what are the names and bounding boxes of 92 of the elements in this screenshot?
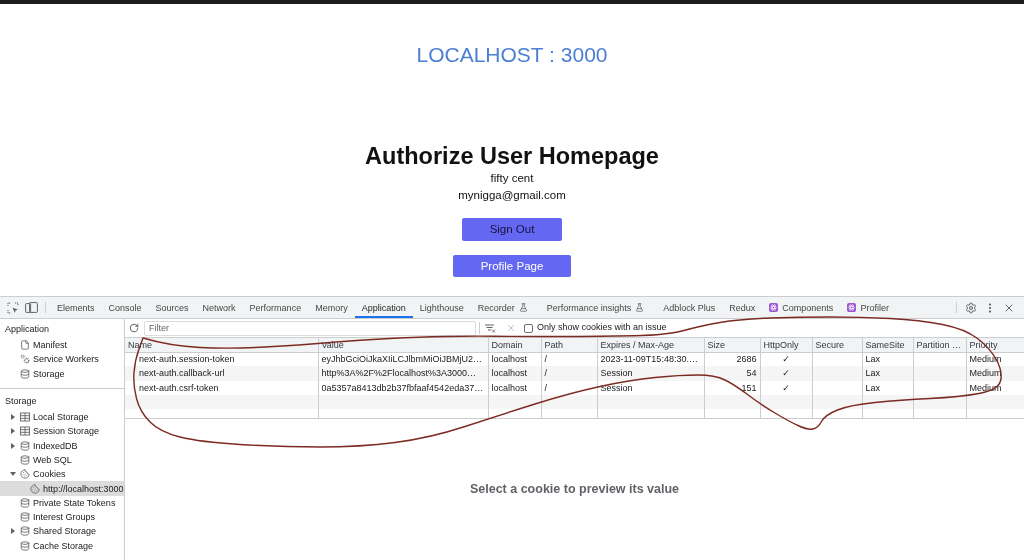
table-cell: / (541, 380, 597, 395)
database-icon (20, 440, 30, 451)
document-icon (20, 340, 30, 351)
column-header[interactable]: Partition … (913, 338, 966, 352)
page-button[interactable]: Profile Page (452, 254, 572, 277)
tree-item[interactable]: Session Storage (0, 424, 124, 439)
checkbox-label[interactable]: Only show cookies with an issue (537, 321, 667, 333)
panel-tab[interactable]: Redux (722, 297, 763, 318)
table-cell: Medium (966, 366, 1024, 381)
section-title: Application (4, 323, 51, 336)
refresh-icon[interactable] (129, 323, 139, 333)
table-cell: / (541, 366, 597, 381)
tree-item[interactable]: IndexedDB (0, 438, 124, 453)
cookie-icon (20, 469, 30, 480)
grid-icon (20, 412, 30, 423)
table-cell: 54 (704, 366, 760, 381)
tree-item[interactable]: Shared Storage (0, 524, 124, 539)
database-icon (20, 540, 30, 551)
filter-field[interactable]: Filter (144, 320, 476, 336)
database-icon (20, 512, 30, 523)
grid-icon (20, 426, 30, 437)
extension-icon (769, 303, 779, 312)
extension-icon (847, 303, 857, 312)
column-header[interactable]: SameSite (862, 338, 913, 352)
tree-item[interactable]: Web SQL (0, 452, 124, 468)
flask-icon (635, 303, 645, 312)
column-header[interactable]: Size (704, 338, 760, 352)
table-cell: localhost (488, 380, 541, 395)
device-toolbar-icon[interactable] (25, 302, 38, 313)
flask-icon (518, 303, 528, 312)
clear-filter-icon[interactable] (485, 323, 496, 333)
table-cell: Lax (862, 366, 913, 381)
preview-message: Select a cookie to preview its value (469, 482, 680, 497)
table-cell: Session (597, 366, 704, 381)
issue-checkbox[interactable] (524, 323, 533, 333)
cookie-icon (30, 483, 40, 494)
database-icon (20, 526, 30, 537)
panel-tab[interactable]: Elements (50, 297, 102, 318)
tree-item[interactable]: Local Storage (0, 409, 124, 425)
tree-item[interactable]: Cache Storage (0, 538, 124, 553)
tree-item[interactable]: Private State Tokens (0, 495, 124, 510)
panel-tab[interactable]: Sources (148, 297, 196, 318)
settings-icon[interactable] (964, 301, 977, 314)
tree-item[interactable]: Interest Groups (0, 509, 124, 525)
gears-icon (20, 354, 30, 365)
caret-right-icon[interactable] (10, 442, 16, 449)
panel-tab[interactable]: Application (354, 297, 413, 318)
page-title: Authorize User Homepage (365, 142, 659, 170)
host-heading: LOCALHOST : 3000 (416, 42, 608, 68)
database-icon (20, 497, 30, 508)
table-row[interactable]: next-auth.callback-url http%3A%2F%2Flocalhost%3A3000… localhost / Session 54 ✓ Lax Medium (125, 366, 1024, 381)
caret-right-icon[interactable] (10, 528, 16, 535)
column-header[interactable]: Domain (488, 338, 541, 352)
panel-tab[interactable]: Network (195, 297, 243, 318)
tree-item[interactable]: http://localhost:3000 (0, 481, 124, 496)
inspect-icon[interactable] (6, 301, 19, 314)
section-title: Storage (4, 394, 38, 408)
caret-down-icon[interactable] (10, 471, 16, 478)
panel-tab[interactable]: Performance (242, 297, 309, 318)
database-icon (20, 368, 30, 379)
table-cell: localhost (488, 366, 541, 381)
panel-tab[interactable]: Profiler (840, 297, 896, 318)
database-icon (20, 454, 30, 465)
table-cell: 151 (704, 380, 760, 395)
column-header[interactable]: Path (541, 338, 597, 352)
table-cell: Lax (862, 380, 913, 395)
panel-tab[interactable]: Components (762, 297, 841, 318)
caret-right-icon[interactable] (10, 414, 16, 421)
tree-item[interactable]: Service Workers (0, 352, 124, 367)
column-header[interactable]: HttpOnly (760, 338, 812, 352)
panel-tab[interactable]: Recorder (470, 297, 540, 318)
table-cell: 0a5357a8413db2b37fbfaaf4542eda37… (318, 380, 488, 395)
tree-item[interactable]: Cookies (0, 467, 124, 482)
table-cell: next-auth.csrf-token (125, 380, 318, 395)
user-name: fifty cent (490, 171, 534, 186)
tree-item[interactable]: Manifest (0, 338, 124, 353)
column-header[interactable]: Secure (812, 338, 862, 352)
user-email: mynigga@gmail.com (458, 188, 566, 203)
table-cell: next-auth.callback-url (125, 366, 318, 381)
table-cell: ✓ (760, 366, 812, 381)
panel-tab[interactable]: Lighthouse (412, 297, 471, 318)
panel-tab[interactable]: Performance insights (539, 297, 657, 318)
page-button[interactable]: Sign Out (461, 218, 563, 241)
tree-item[interactable]: Storage (0, 366, 124, 381)
panel-tab[interactable]: Console (101, 297, 149, 318)
panel-tab[interactable]: Memory (308, 297, 355, 318)
table-cell: http%3A%2F%2Flocalhost%3A3000… (318, 366, 488, 381)
table-cell: ✓ (760, 380, 812, 395)
panel-tab[interactable]: Adblock Plus (656, 297, 723, 318)
table-cell: Session (597, 380, 704, 395)
caret-right-icon[interactable] (10, 428, 16, 435)
column-header[interactable]: Expires / Max-Age (597, 338, 704, 352)
